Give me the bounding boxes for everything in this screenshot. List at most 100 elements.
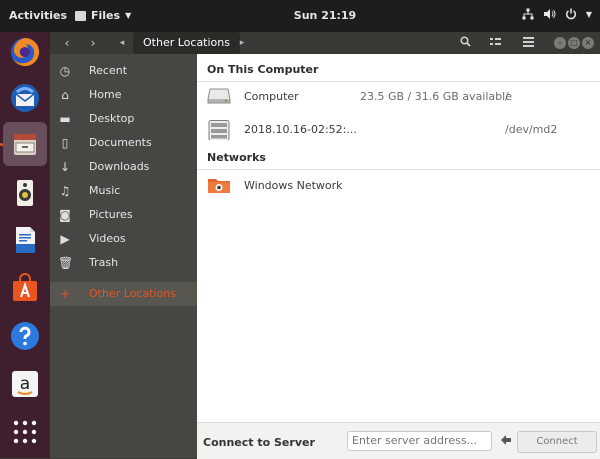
system-tray[interactable]: ▼ [522,8,592,20]
home-icon: ⌂ [61,88,69,102]
thunderbird-launcher[interactable] [7,80,43,116]
sidebar-item-recent[interactable]: ◷ Recent [50,59,197,83]
sidebar-item-label: Home [89,88,122,101]
location-name: Windows Network [244,179,343,192]
server-history-button[interactable] [498,431,514,451]
sidebar-item-label: Documents [89,136,152,149]
files-window: ‹ › ◂ Other Locations ▸ – □ × ◷ Recent ⌂… [50,32,600,459]
mount-path: / [505,90,509,103]
sidebar-item-videos[interactable]: ▶ Videos [50,227,197,251]
locations-view: On This Computer Computer 23.5 GB / 31.6… [197,54,600,459]
plus-icon: + [59,287,71,301]
sidebar-item-documents[interactable]: ▯ Documents [50,131,197,155]
sidebar-item-label: Downloads [89,160,150,173]
thunderbird-icon [11,84,39,112]
trash-icon: 🗑 [58,256,74,270]
svg-text:a: a [20,374,30,394]
app-grid-icon [13,420,37,444]
camera-icon: ◙ [59,208,71,222]
section-header-computer: On This Computer [207,63,319,76]
minimize-icon: – [558,38,562,47]
menu-button[interactable] [517,36,539,50]
music-icon: ♫ [59,184,71,198]
location-row-windows-network[interactable]: Windows Network [197,171,600,199]
files-launcher[interactable] [3,122,47,166]
location-name: Computer [244,90,299,103]
minimize-button[interactable]: – [554,37,566,49]
sidebar-item-label: Desktop [89,112,135,125]
view-toggle-button[interactable] [484,36,506,50]
connect-to-server-bar: Connect to Server Connect [197,422,600,459]
storage-info: 23.5 GB / 31.6 GB available [360,90,512,103]
history-icon [501,435,511,445]
sidebar-item-home[interactable]: ⌂ Home [50,83,197,107]
hard-drive-icon [207,88,231,104]
firefox-icon [11,37,40,66]
forward-button[interactable]: › [82,36,104,50]
sidebar-item-pictures[interactable]: ◙ Pictures [50,203,197,227]
dock: a [0,32,50,458]
shopping-bag-icon [13,273,37,301]
close-icon: × [584,38,592,47]
ubuntu-software-launcher[interactable] [7,270,43,306]
list-view-icon [489,38,501,45]
download-icon: ↓ [59,160,71,174]
sidebar-item-desktop[interactable]: ▬ Desktop [50,107,197,131]
power-icon [565,8,576,20]
firefox-launcher[interactable] [7,34,43,70]
help-icon [11,322,39,350]
clock[interactable]: Sun 21:19 [0,9,600,22]
hamburger-icon [522,37,534,47]
speaker-icon [17,180,33,206]
rhythmbox-launcher[interactable] [7,175,43,211]
back-button[interactable]: ‹ [56,36,78,50]
chevron-down-icon: ▼ [585,9,592,19]
clock-icon: ◷ [59,64,71,78]
sidebar-item-label: Other Locations [89,287,176,300]
video-icon: ▶ [60,232,70,246]
close-button[interactable]: × [582,37,594,49]
search-button[interactable] [454,36,476,50]
location-name: 2018.10.16-02:52:... [244,123,357,136]
sidebar-item-downloads[interactable]: ↓ Downloads [50,155,197,179]
sidebar-item-label: Pictures [89,208,133,221]
chevron-right-icon: › [90,36,96,50]
path-scroll-left[interactable]: ◂ [116,36,128,50]
breadcrumb-current[interactable]: Other Locations [133,32,240,54]
libreoffice-writer-launcher[interactable] [7,222,43,258]
network-icon [522,8,534,20]
search-icon [459,36,471,47]
chevron-left-icon: ‹ [64,36,70,50]
sidebar-item-trash[interactable]: 🗑 Trash [50,251,197,275]
amazon-launcher[interactable]: a [7,366,43,402]
maximize-icon: □ [570,38,578,47]
divider [197,169,600,170]
header-bar: ‹ › ◂ Other Locations ▸ – □ × [50,32,600,54]
connect-to-server-label: Connect to Server [203,436,315,449]
path-scroll-right[interactable]: ▸ [236,36,248,50]
maximize-button[interactable]: □ [568,37,580,49]
location-row-raid[interactable]: 2018.10.16-02:52:... /dev/md2 [197,115,600,143]
document-icon: ▯ [61,136,69,150]
volume-icon [543,9,556,19]
sidebar-item-label: Music [89,184,121,197]
document-writer-icon [16,227,35,253]
sidebar-item-other-locations[interactable]: + Other Locations [50,282,197,306]
raid-drive-icon [208,120,230,140]
server-address-input[interactable] [347,431,492,451]
sidebar-item-label: Videos [89,232,126,245]
mount-path: /dev/md2 [505,123,558,136]
file-cabinet-icon [14,134,36,155]
location-row-computer[interactable]: Computer 23.5 GB / 31.6 GB available / [197,82,600,110]
amazon-icon: a [12,371,38,397]
show-applications-button[interactable] [7,414,43,450]
connect-button[interactable]: Connect [517,431,597,453]
help-launcher[interactable] [7,318,43,354]
top-bar: Activities Files ▼ Sun 21:19 ▼ [0,0,600,32]
sidebar-item-label: Trash [89,256,119,269]
folder-icon: ▬ [59,112,71,126]
sidebar-item-label: Recent [89,64,128,77]
sidebar: ◷ Recent ⌂ Home ▬ Desktop ▯ Documents ↓ … [50,54,197,458]
network-folder-icon [208,179,230,193]
sidebar-item-music[interactable]: ♫ Music [50,179,197,203]
